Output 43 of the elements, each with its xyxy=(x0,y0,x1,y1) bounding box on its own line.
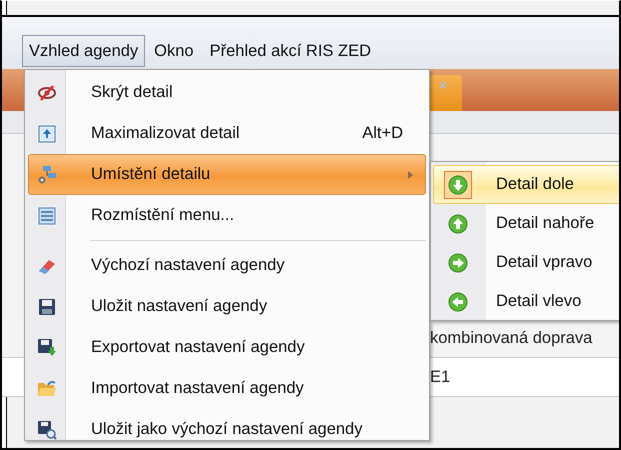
shortcut-label: Alt+D xyxy=(362,124,403,143)
menu-item[interactable]: Importovat nastavení agendy xyxy=(28,368,426,409)
submenu-item[interactable]: Detail dole xyxy=(433,165,619,204)
menu-item-label: Uložit jako výchozí nastavení agendy xyxy=(91,420,364,439)
submenu-item[interactable]: Detail vlevo xyxy=(433,282,619,321)
submenu-item-label: Detail vpravo xyxy=(496,253,594,272)
menu-item[interactable]: Maximalizovat detail Alt+D xyxy=(28,113,426,154)
submenu-item-label: Detail dole xyxy=(496,175,575,194)
floppy-export-icon xyxy=(37,338,57,358)
menu-item-label: Rozmístění menu... xyxy=(91,206,236,225)
maximize-icon xyxy=(38,124,56,142)
menu-item-label: Umístění detailu xyxy=(91,165,212,184)
menu-item[interactable]: Rozmístění menu... xyxy=(28,195,426,236)
menu-item-label: Skrýt detail xyxy=(91,83,174,102)
table-cell: kombinovaná doprava xyxy=(430,328,592,348)
menu-item-label: Uložit nastavení agendy xyxy=(91,297,268,316)
arrow-circle-icon xyxy=(448,214,468,234)
menu-bar-item[interactable]: Přehled akcí RIS ZED xyxy=(202,35,378,67)
folder-icon xyxy=(37,380,57,398)
layout-icon xyxy=(37,164,57,184)
menu-item[interactable]: Exportovat nastavení agendy xyxy=(28,327,426,368)
submenu-item[interactable]: Detail vpravo xyxy=(433,243,619,282)
menu-item-label: Výchozí nastavení agendy xyxy=(91,256,286,275)
submenu-item[interactable]: Detail nahoře xyxy=(433,204,619,243)
arrow-circle-icon xyxy=(448,174,468,194)
crossed-eye-icon xyxy=(37,84,57,100)
menu-item[interactable]: Výchozí nastavení agendy xyxy=(28,245,426,286)
arrow-circle-icon xyxy=(448,252,468,272)
submenu-item-label: Detail nahoře xyxy=(496,214,596,233)
menu-item[interactable]: Skrýt detail xyxy=(28,72,426,113)
menu-bar-item[interactable]: Okno xyxy=(147,35,201,67)
menu-item[interactable]: Uložit nastavení agendy xyxy=(28,286,426,327)
menu-item-label: Maximalizovat detail xyxy=(91,124,241,143)
submenu-arrow-icon xyxy=(408,170,413,178)
arrow-circle-icon xyxy=(448,292,468,312)
menu-item[interactable]: Umístění detailu xyxy=(28,154,426,195)
menu-item-label: Exportovat nastavení agendy xyxy=(91,338,306,357)
menu-bar-item[interactable]: Vzhled agendy xyxy=(22,35,146,67)
list-icon xyxy=(38,206,56,224)
menu-item-label: Importovat nastavení agendy xyxy=(91,379,305,398)
table-cell: E1 xyxy=(430,368,450,386)
menu-item[interactable]: Uložit jako výchozí nastavení agendy xyxy=(28,409,426,448)
submenu-item-label: Detail vlevo xyxy=(496,292,582,311)
